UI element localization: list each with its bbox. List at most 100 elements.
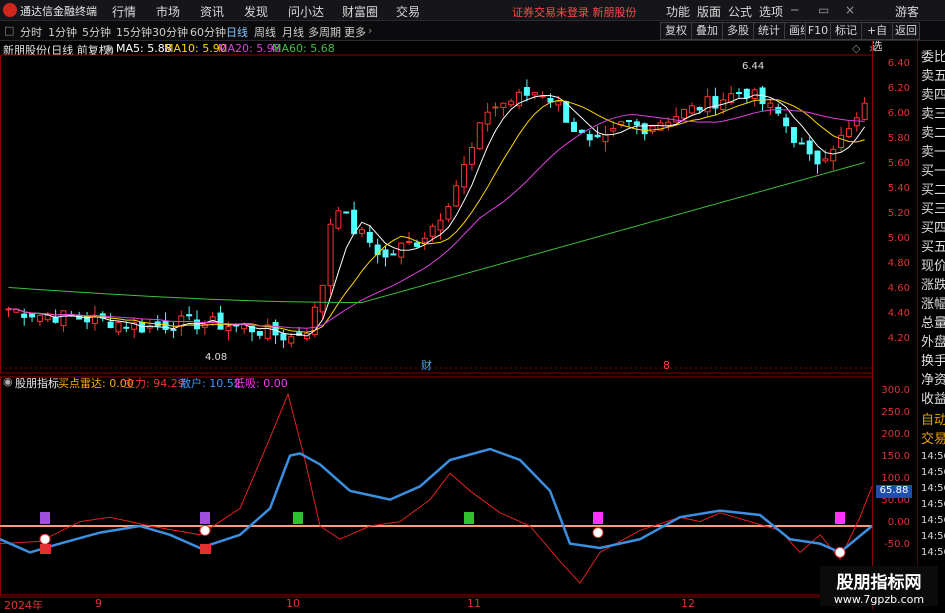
panel-label: 总量 xyxy=(921,316,945,331)
kline-chart[interactable]: 6.44 4.08 财 8 xyxy=(0,41,917,609)
square-icon: □ xyxy=(4,24,15,37)
menu-trade[interactable]: 交易 xyxy=(396,3,420,20)
candle-body xyxy=(571,121,578,132)
menu-hq[interactable]: 行情 xyxy=(112,3,136,20)
indicator-tick: 200.0 xyxy=(881,429,910,440)
panel-label: 卖二 xyxy=(921,126,945,141)
candle-body xyxy=(476,122,483,150)
trade-label[interactable]: 交易 xyxy=(921,428,945,447)
candle-body xyxy=(468,146,475,165)
candle-body xyxy=(256,331,263,336)
minimize-icon[interactable]: ─ xyxy=(791,3,798,17)
candle-body xyxy=(508,100,515,106)
watermark-url: www.7gpzb.com xyxy=(833,593,925,606)
panel-label: 卖三 xyxy=(921,107,945,122)
period-5min[interactable]: 5分钟 xyxy=(82,24,111,40)
menu-formula[interactable]: 公式 xyxy=(728,3,752,20)
candle-body xyxy=(618,121,625,125)
signal-marker xyxy=(593,512,603,524)
x-label: 12 xyxy=(681,597,695,610)
candle-body xyxy=(21,313,28,318)
panel-label: 外盘 xyxy=(921,335,945,350)
add-watchlist-button[interactable]: +自选 xyxy=(861,22,893,53)
candle-body xyxy=(845,128,852,138)
menu-ask[interactable]: 问小达 xyxy=(288,3,324,20)
menu-market[interactable]: 市场 xyxy=(156,3,180,20)
candle-body xyxy=(327,223,334,287)
panel-label: 买三 xyxy=(921,202,945,217)
overlay-button[interactable]: 叠加 xyxy=(691,22,723,40)
x-label: 9 xyxy=(95,597,102,610)
signal-marker xyxy=(464,512,474,524)
f10-button[interactable]: F10 xyxy=(805,22,831,40)
multistock-button[interactable]: 多股 xyxy=(722,22,754,40)
candle-body xyxy=(123,326,130,329)
period-multi[interactable]: 多周期 xyxy=(308,24,341,40)
menu-discover[interactable]: 发现 xyxy=(244,3,268,20)
candle-body xyxy=(453,185,460,207)
price-tick: 5.80 xyxy=(887,133,910,144)
indicator-tick: 300.0 xyxy=(881,385,910,396)
app-logo xyxy=(3,3,17,17)
restore-icon[interactable]: ▭ xyxy=(818,3,829,17)
auto-trade-label[interactable]: 自动 xyxy=(921,409,945,428)
candle-body xyxy=(594,134,601,138)
quote-panel: 委比 卖五 卖四 卖三 卖二 卖一 买一 买二 买三 买四 买五 现价 涨跌 涨… xyxy=(917,41,945,609)
price-tick: 5.00 xyxy=(887,233,910,244)
candle-body xyxy=(437,219,444,231)
period-60min[interactable]: 60分钟 xyxy=(190,24,226,40)
candle-body xyxy=(36,314,43,322)
candle-body xyxy=(115,322,122,333)
candles xyxy=(5,79,868,349)
period-30min[interactable]: 30分钟 xyxy=(152,24,188,40)
candle-body xyxy=(861,102,868,120)
time-label: 14:56 xyxy=(921,451,945,462)
mark-button[interactable]: 标记 xyxy=(830,22,862,40)
menu-options[interactable]: 选项 xyxy=(759,3,783,20)
stats-button[interactable]: 统计 xyxy=(753,22,785,40)
period-fenshi[interactable]: 分时 xyxy=(20,24,42,40)
menu-bar: 通达信金融终端 行情 市场 资讯 发现 问小达 财富圈 交易 证券交易未登录 新… xyxy=(0,0,945,21)
indicator-tick: 100.0 xyxy=(881,473,910,484)
retail-line xyxy=(0,447,873,554)
candle-body xyxy=(688,105,695,114)
panel-label: 买五 xyxy=(921,240,945,255)
main-force-line xyxy=(0,392,873,585)
back-button[interactable]: 返回 xyxy=(892,22,920,40)
menu-news[interactable]: 资讯 xyxy=(200,3,224,20)
candle-body xyxy=(178,315,185,327)
period-monthly[interactable]: 月线 xyxy=(282,24,304,40)
candle-body xyxy=(107,321,114,329)
menu-wealth[interactable]: 财富圈 xyxy=(342,3,378,20)
guest-label[interactable]: 游客 xyxy=(895,3,919,20)
radar-buy-icon xyxy=(199,524,211,536)
chevron-right-icon[interactable]: › xyxy=(368,24,372,37)
fuquan-button[interactable]: 复权 xyxy=(660,22,692,40)
candle-body xyxy=(633,121,640,126)
period-weekly[interactable]: 周线 xyxy=(254,24,276,40)
candle-body xyxy=(139,322,146,333)
candle-body xyxy=(421,237,428,243)
signal-marker xyxy=(293,512,303,524)
period-daily[interactable]: 日线 xyxy=(226,24,248,40)
candle-body xyxy=(673,116,680,123)
price-tick: 5.40 xyxy=(887,183,910,194)
candle-body xyxy=(853,117,860,127)
candle-body xyxy=(531,92,538,96)
menu-function[interactable]: 功能 xyxy=(666,3,690,20)
candle-body xyxy=(492,106,499,109)
ma-lines xyxy=(8,94,866,337)
indicator-tick: 150.0 xyxy=(881,451,910,462)
candle-body xyxy=(680,108,687,119)
candle-body xyxy=(610,128,617,132)
candle-body xyxy=(366,231,373,243)
candle-body xyxy=(806,140,813,155)
radar-buy-icon xyxy=(834,546,846,558)
period-1min[interactable]: 1分钟 xyxy=(48,24,77,40)
close-icon[interactable]: × xyxy=(845,3,855,17)
settings-icon[interactable]: ◉ xyxy=(3,375,13,388)
panel-label: 买一 xyxy=(921,164,945,179)
period-15min[interactable]: 15分钟 xyxy=(116,24,152,40)
period-more[interactable]: 更多 xyxy=(344,24,366,40)
menu-layout[interactable]: 版面 xyxy=(697,3,721,20)
